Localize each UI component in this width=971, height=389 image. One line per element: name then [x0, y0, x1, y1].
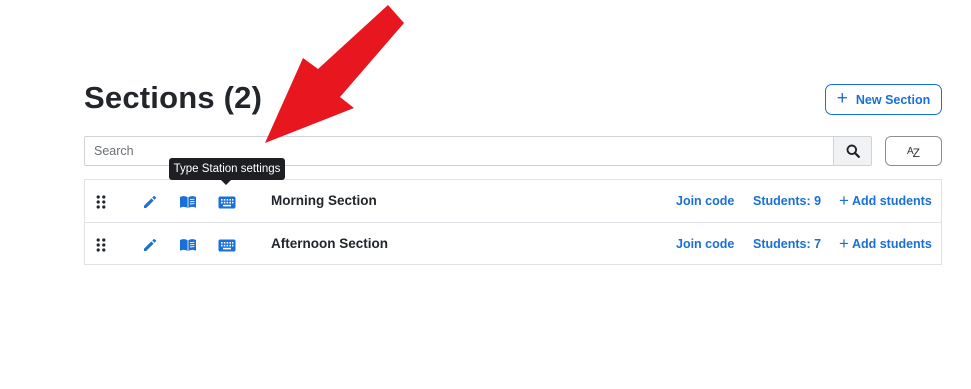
sort-icon-z: Z [912, 146, 920, 160]
pencil-icon [144, 195, 157, 208]
edit-section-button[interactable] [140, 192, 160, 212]
book-settings-button[interactable] [178, 192, 198, 212]
keyboard-icon [218, 239, 236, 251]
add-students-button[interactable]: + Add students [839, 192, 932, 209]
pencil-icon [144, 238, 157, 251]
sections-list: Morning Section Join code Students: 9 + … [84, 179, 942, 265]
page-title: Sections (2) [84, 80, 263, 115]
plus-icon: + [836, 88, 848, 109]
join-code-link[interactable]: Join code [676, 237, 734, 251]
new-section-label: New Section [855, 92, 931, 107]
add-students-button[interactable]: + Add students [839, 235, 932, 252]
section-name: Afternoon Section [271, 236, 388, 251]
edit-section-button[interactable] [140, 235, 160, 255]
students-count-link[interactable]: Students: 9 [753, 194, 821, 208]
add-students-label: Add students [851, 193, 932, 208]
section-row: Afternoon Section Join code Students: 7 … [85, 222, 941, 265]
type-station-settings-button[interactable] [217, 192, 237, 212]
students-count-link[interactable]: Students: 7 [753, 237, 821, 251]
type-station-settings-button[interactable] [217, 235, 237, 255]
section-name: Morning Section [271, 193, 377, 208]
new-section-button[interactable]: + New Section [825, 84, 942, 115]
section-row: Morning Section Join code Students: 9 + … [85, 180, 941, 223]
plus-icon: + [839, 234, 849, 253]
sort-alphabetical-button[interactable]: A Z [885, 136, 942, 166]
book-icon [180, 196, 196, 208]
book-settings-button[interactable] [178, 235, 198, 255]
search-button[interactable] [833, 137, 871, 165]
add-students-label: Add students [851, 236, 932, 251]
book-icon [180, 239, 196, 251]
type-station-tooltip: Type Station settings [169, 158, 285, 185]
keyboard-icon [218, 196, 236, 208]
search-icon [846, 144, 860, 158]
join-code-link[interactable]: Join code [676, 194, 734, 208]
drag-handle-icon[interactable] [96, 238, 106, 252]
plus-icon: + [839, 191, 849, 210]
drag-handle-icon[interactable] [96, 195, 106, 209]
